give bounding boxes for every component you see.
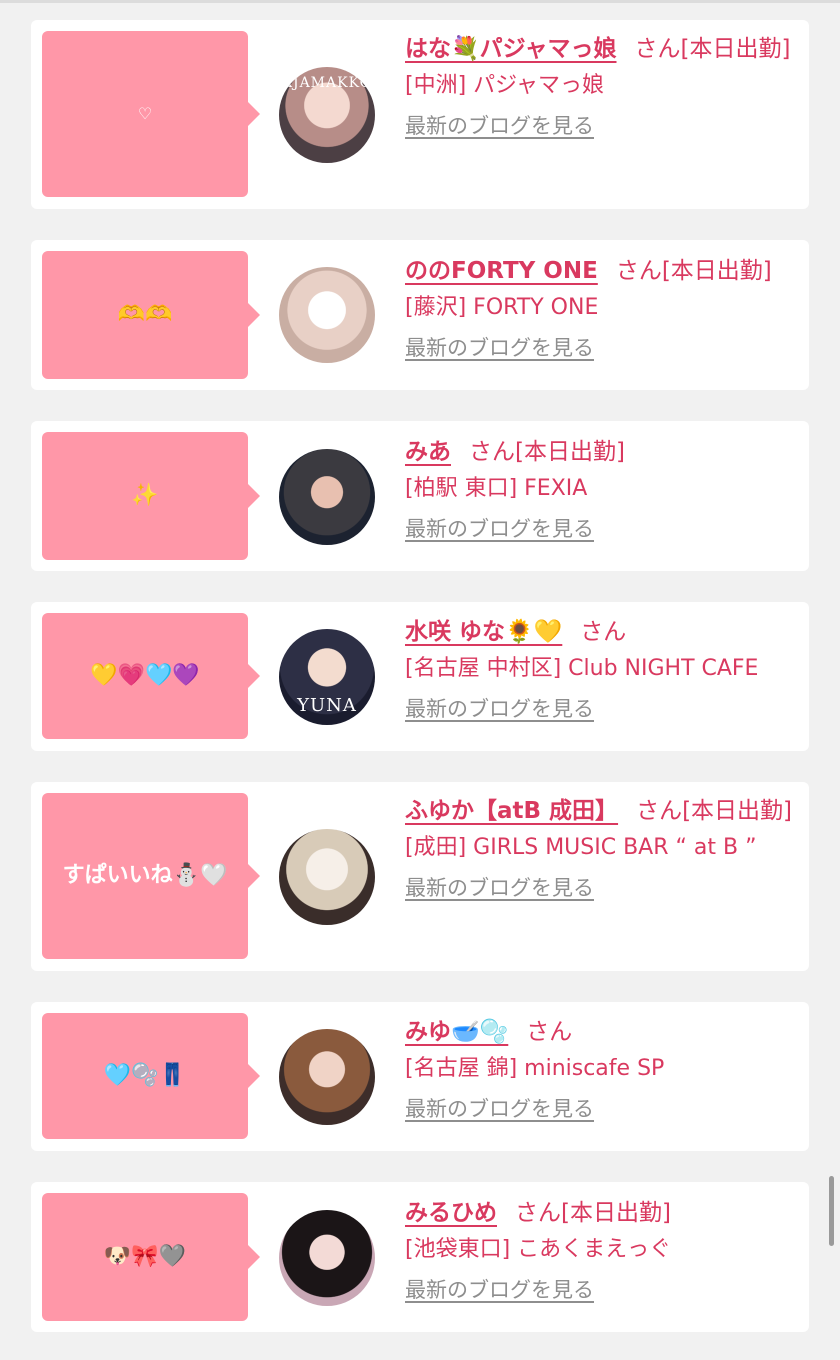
latest-blog-link[interactable]: 最新のブログを見る — [405, 1274, 594, 1304]
blog-card: ♡ AJAMAKKO はな💐パジャマっ娘 さん[本日出勤] [中洲] パジャマっ娘… — [31, 20, 809, 209]
shop-name: [名古屋 中村区] Club NIGHT CAFE — [405, 656, 759, 681]
name-line: はな💐パジャマっ娘 さん[本日出勤] — [405, 30, 795, 68]
honorific-status: さん[本日出勤] — [634, 36, 791, 62]
latest-blog-link[interactable]: 最新のブログを見る — [405, 513, 594, 543]
cast-name-link[interactable]: ののFORTY ONE — [405, 258, 598, 284]
scrollbar[interactable] — [829, 1176, 834, 1246]
honorific-status: さん — [526, 1019, 573, 1045]
cast-name-link[interactable]: みあ — [405, 439, 451, 465]
cast-name-link[interactable]: みゆ🥣🫧 — [405, 1019, 508, 1045]
avatar-caption: YUNA — [297, 695, 357, 716]
comment-bubble: 🫶🫶 — [42, 251, 260, 379]
avatar[interactable] — [279, 1210, 375, 1306]
shop-name: [藤沢] FORTY ONE — [405, 295, 599, 320]
comment-bubble: ✨ — [42, 432, 260, 560]
latest-blog-link[interactable]: 最新のブログを見る — [405, 693, 594, 723]
cast-name-link[interactable]: ふゆか【atB 成田】 — [405, 798, 618, 824]
avatar[interactable]: AJAMAKKO — [279, 67, 375, 163]
shop-name: [成田] GIRLS MUSIC BAR “ at B ” — [405, 835, 757, 860]
shop-name: [中洲] パジャマっ娘 — [405, 73, 605, 98]
blog-card: すぱいいね⛄🤍 ふゆか【atB 成田】 さん[本日出勤] [成田] GIRLS M… — [31, 782, 809, 971]
honorific-status: さん[本日出勤] — [515, 1200, 671, 1226]
name-line: ののFORTY ONE さん[本日出勤] — [405, 252, 795, 290]
post-info: みるひめ さん[本日出勤] [池袋東口] こあくまえっぐ 最新のブログを見る — [405, 1194, 795, 1304]
shop-name: [池袋東口] こあくまえっぐ — [405, 1237, 672, 1262]
blog-card: 🐶🎀🩶 みるひめ さん[本日出勤] [池袋東口] こあくまえっぐ 最新のブログを見… — [31, 1182, 809, 1332]
comment-bubble: 💛💗🩵💜 — [42, 613, 260, 739]
shop-name: [名古屋 錦] miniscafe SP — [405, 1056, 665, 1081]
name-line: みるひめ さん[本日出勤] — [405, 1194, 795, 1232]
avatar[interactable] — [279, 829, 375, 925]
comment-bubble: すぱいいね⛄🤍 — [42, 793, 260, 959]
post-info: みあ さん[本日出勤] [柏駅 東口] FEXIA 最新のブログを見る — [405, 433, 795, 543]
post-info: みゆ🥣🫧 さん [名古屋 錦] miniscafe SP 最新のブログを見る — [405, 1013, 795, 1123]
blog-card: ✨ みあ さん[本日出勤] [柏駅 東口] FEXIA 最新のブログを見る — [31, 421, 809, 571]
comment-bubble: ♡ — [42, 31, 260, 197]
avatar[interactable] — [279, 449, 375, 545]
latest-blog-link[interactable]: 最新のブログを見る — [405, 1093, 594, 1123]
honorific-status: さん[本日出勤] — [636, 798, 793, 824]
comment-bubble: 🩵🫧👖 — [42, 1013, 260, 1139]
name-line: 水咲 ゆな🌻💛 さん — [405, 613, 795, 651]
cast-name-link[interactable]: はな💐パジャマっ娘 — [405, 36, 617, 62]
blog-post-list: ♡ AJAMAKKO はな💐パジャマっ娘 さん[本日出勤] [中洲] パジャマっ娘… — [0, 0, 840, 1360]
post-info: ののFORTY ONE さん[本日出勤] [藤沢] FORTY ONE 最新のブロ… — [405, 252, 795, 362]
cast-name-link[interactable]: 水咲 ゆな🌻💛 — [405, 619, 562, 645]
blog-card: 🩵🫧👖 みゆ🥣🫧 さん [名古屋 錦] miniscafe SP 最新のブログを見… — [31, 1002, 809, 1151]
latest-blog-link[interactable]: 最新のブログを見る — [405, 872, 594, 902]
name-line: ふゆか【atB 成田】 さん[本日出勤] — [405, 792, 795, 830]
honorific-status: さん[本日出勤] — [615, 258, 772, 284]
shop-name: [柏駅 東口] FEXIA — [405, 476, 588, 501]
post-info: はな💐パジャマっ娘 さん[本日出勤] [中洲] パジャマっ娘 最新のブログを見る — [405, 30, 795, 140]
comment-bubble: 🐶🎀🩶 — [42, 1193, 260, 1321]
avatar-caption: AJAMAKKO — [281, 75, 373, 91]
post-info: ふゆか【atB 成田】 さん[本日出勤] [成田] GIRLS MUSIC BAR… — [405, 792, 795, 902]
latest-blog-link[interactable]: 最新のブログを見る — [405, 110, 594, 140]
honorific-status: さん — [580, 619, 627, 645]
name-line: みあ さん[本日出勤] — [405, 433, 795, 471]
honorific-status: さん[本日出勤] — [469, 439, 625, 465]
blog-card: 💛💗🩵💜 YUNA 水咲 ゆな🌻💛 さん [名古屋 中村区] Club NIGHT… — [31, 602, 809, 751]
avatar[interactable] — [279, 267, 375, 363]
post-info: 水咲 ゆな🌻💛 さん [名古屋 中村区] Club NIGHT CAFE 最新のブ… — [405, 613, 795, 723]
avatar[interactable]: YUNA — [279, 629, 375, 725]
latest-blog-link[interactable]: 最新のブログを見る — [405, 332, 594, 362]
blog-card: 🫶🫶 ののFORTY ONE さん[本日出勤] [藤沢] FORTY ONE 最新… — [31, 240, 809, 390]
avatar[interactable] — [279, 1029, 375, 1125]
cast-name-link[interactable]: みるひめ — [405, 1200, 497, 1226]
name-line: みゆ🥣🫧 さん — [405, 1013, 795, 1051]
